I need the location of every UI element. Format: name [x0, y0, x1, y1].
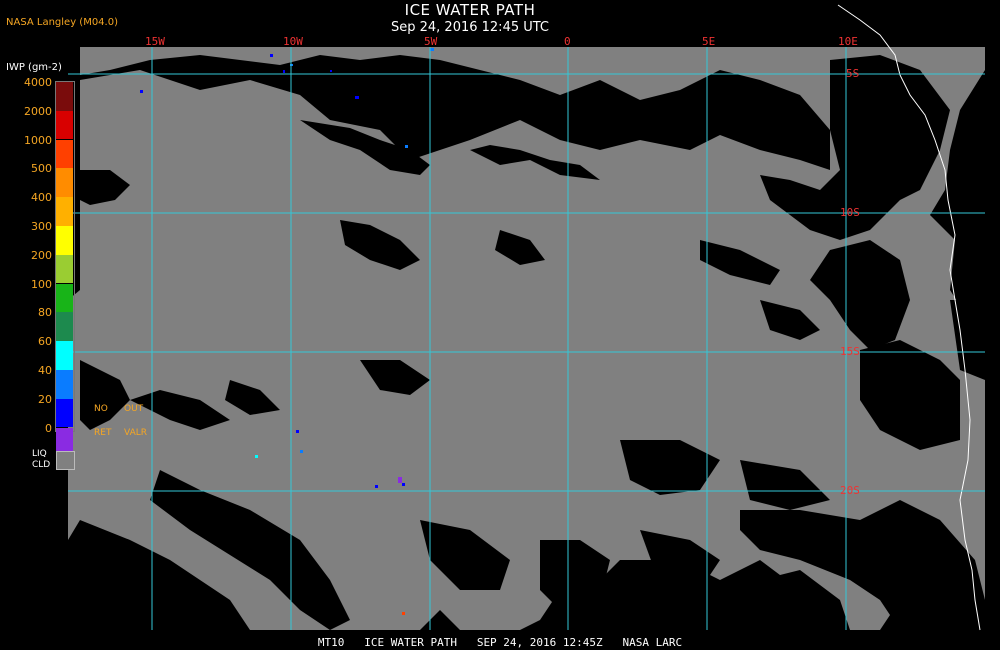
liq-label: LIQ	[32, 449, 47, 459]
lon-label-5w: 5W	[424, 35, 438, 48]
legend-swatch-20	[56, 398, 73, 428]
legend-swatch-300	[56, 226, 73, 255]
legend-label-300: 300	[31, 220, 52, 233]
legend-swatch-100	[56, 283, 73, 313]
legend-label-0: 0	[45, 421, 52, 435]
source-label: NASA Langley (M04.0)	[6, 17, 118, 28]
legend-swatch-200	[56, 254, 73, 284]
footer-caption: MT10 ICE WATER PATH SEP 24, 2016 12:45Z …	[317, 636, 683, 649]
legend-swatch-60	[56, 341, 73, 370]
legend-label-60: 60	[38, 335, 52, 349]
lon-label-5e: 5E	[702, 35, 716, 48]
satellite-map	[0, 0, 1000, 650]
legend-swatch-80	[56, 312, 73, 342]
lat-label-15s: 15S	[840, 345, 860, 358]
legend-flag-out: OUT	[124, 404, 144, 414]
legend-label-500: 500	[31, 162, 52, 176]
legend-label-80: 80	[38, 306, 52, 320]
legend-title: IWP (gm-2)	[6, 62, 62, 73]
legend-swatch-2000	[56, 110, 73, 140]
legend-swatch-4000	[56, 82, 73, 111]
lon-label-10w: 10W	[283, 35, 303, 48]
legend-label-200: 200	[31, 248, 52, 262]
legend-label-400: 400	[31, 191, 52, 205]
legend-flag-valr: VALR	[124, 428, 148, 438]
legend-label-100: 100	[31, 277, 52, 291]
lon-label-15w: 15W	[145, 35, 165, 48]
legend-swatch-40	[56, 370, 73, 399]
legend-swatch-400	[56, 197, 73, 226]
liquid-cloud-swatch	[56, 451, 75, 470]
lon-label-0: 0	[564, 35, 571, 48]
legend-flag-no: NO	[94, 404, 108, 414]
legend-label-20: 20	[38, 392, 52, 406]
lat-label-5s: 5S	[846, 67, 860, 80]
lon-label-10e: 10E	[838, 35, 858, 48]
lat-label-10s: 10S	[840, 206, 860, 219]
chart-subtitle: Sep 24, 2016 12:45 UTC	[390, 20, 550, 35]
legend-label-40: 40	[38, 364, 52, 377]
legend-swatch-1000	[56, 139, 73, 169]
cld-label: CLD	[32, 460, 51, 470]
legend-label-4000: 4000	[24, 76, 52, 89]
legend-swatch-500	[56, 168, 73, 198]
legend-label-1000: 1000	[24, 133, 52, 147]
legend-label-2000: 2000	[24, 104, 52, 118]
lat-label-20s: 20S	[840, 484, 860, 497]
chart-title: ICE WATER PATH	[404, 1, 536, 19]
legend-flag-ret: RET	[94, 428, 112, 438]
